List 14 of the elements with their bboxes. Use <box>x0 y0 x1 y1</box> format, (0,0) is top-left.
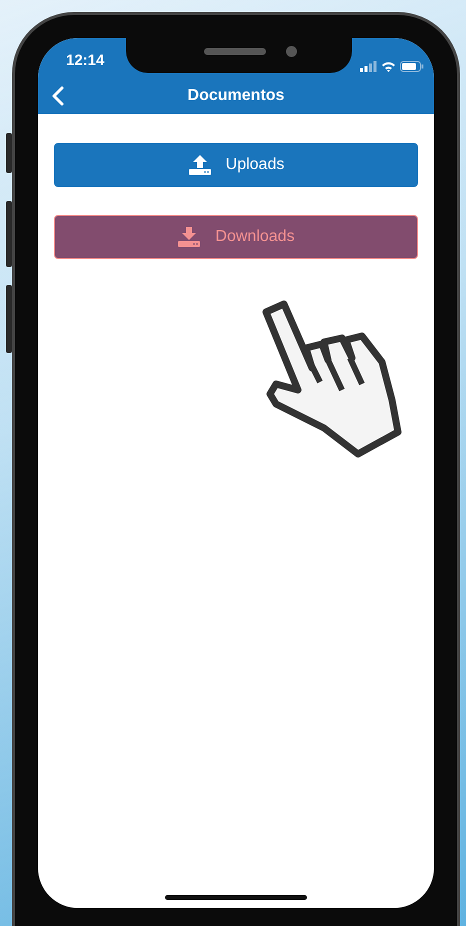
screen-title: Documentos <box>188 86 284 106</box>
speaker-grille <box>204 48 266 55</box>
back-icon[interactable] <box>52 86 64 106</box>
download-icon <box>177 226 202 248</box>
side-key <box>6 201 12 267</box>
status-time: 12:14 <box>66 50 104 70</box>
signal-icon <box>360 61 377 72</box>
side-key <box>6 285 12 353</box>
side-key <box>6 133 12 173</box>
downloads-button[interactable]: Downloads <box>54 215 418 259</box>
upload-icon <box>188 154 212 176</box>
battery-icon <box>400 61 424 72</box>
wifi-icon <box>381 61 396 72</box>
uploads-button[interactable]: Uploads <box>54 143 418 187</box>
